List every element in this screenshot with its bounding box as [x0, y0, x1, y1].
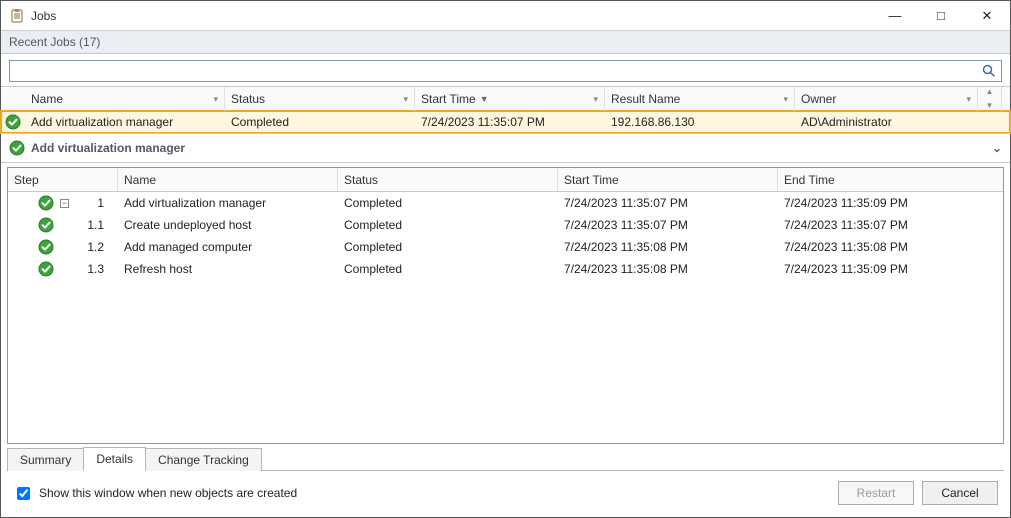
- tab-change-tracking[interactable]: Change Tracking: [145, 448, 262, 471]
- recent-jobs-label: Recent Jobs (17): [9, 35, 100, 49]
- window-controls: — □ ✕: [872, 1, 1010, 31]
- step-row[interactable]: 1.2Add managed computerCompleted7/24/202…: [8, 236, 1003, 258]
- tab-summary[interactable]: Summary: [7, 448, 84, 471]
- window-title: Jobs: [31, 9, 56, 23]
- step-end-time: 7/24/2023 11:35:09 PM: [778, 262, 998, 276]
- step-status: Completed: [338, 196, 558, 210]
- detail-title: Add virtualization manager: [31, 141, 185, 155]
- header-owner[interactable]: Owner▾: [795, 87, 978, 111]
- chevron-down-icon[interactable]: ▾: [403, 94, 408, 105]
- search-box[interactable]: [9, 60, 1002, 82]
- check-circle-icon: [38, 239, 54, 255]
- check-circle-icon: [38, 195, 54, 211]
- search-input[interactable]: [10, 61, 1001, 81]
- chevron-down-icon[interactable]: ▾: [213, 94, 218, 105]
- step-name: Add managed computer: [118, 240, 338, 254]
- header-start-time[interactable]: Start Time▼▾: [415, 87, 605, 111]
- jobs-grid: Name▾ Status▾ Start Time▼▾ Result Name▾ …: [1, 86, 1010, 133]
- chevron-down-icon[interactable]: ▾: [783, 94, 788, 105]
- step-number: 1.1: [87, 218, 112, 232]
- step-start-time: 7/24/2023 11:35:07 PM: [558, 218, 778, 232]
- header-result-name[interactable]: Result Name▾: [605, 87, 795, 111]
- step-start-time: 7/24/2023 11:35:07 PM: [558, 196, 778, 210]
- header-status[interactable]: Status▾: [225, 87, 415, 111]
- titlebar: Jobs — □ ✕: [1, 1, 1010, 31]
- check-circle-icon: [5, 114, 21, 130]
- step-name: Create undeployed host: [118, 218, 338, 232]
- header-icon-col: [1, 87, 25, 111]
- check-circle-icon: [38, 261, 54, 277]
- steps-grid-body: −1Add virtualization managerCompleted7/2…: [8, 192, 1003, 443]
- tab-details[interactable]: Details: [83, 447, 146, 471]
- cancel-button[interactable]: Cancel: [922, 481, 998, 505]
- step-number: 1.2: [87, 240, 112, 254]
- check-circle-icon: [38, 217, 54, 233]
- minimize-button[interactable]: —: [872, 1, 918, 31]
- job-owner: AD\Administrator: [795, 115, 978, 129]
- step-name: Add virtualization manager: [118, 196, 338, 210]
- detail-header[interactable]: Add virtualization manager ⌄: [1, 133, 1010, 163]
- jobs-grid-header: Name▾ Status▾ Start Time▼▾ Result Name▾ …: [1, 87, 1010, 111]
- maximize-button[interactable]: □: [918, 1, 964, 31]
- step-end-time: 7/24/2023 11:35:07 PM: [778, 218, 998, 232]
- sort-desc-icon: ▼: [480, 94, 489, 104]
- steps-panel: Step Name Status Start Time End Time −1A…: [7, 167, 1004, 444]
- check-circle-icon: [9, 140, 25, 156]
- footer: Show this window when new objects are cr…: [1, 471, 1010, 517]
- job-start-time: 7/24/2023 11:35:07 PM: [415, 115, 605, 129]
- show-window-checkbox-input[interactable]: [17, 487, 30, 500]
- scroll-arrows[interactable]: ▲▼: [978, 87, 1002, 111]
- step-row[interactable]: 1.1Create undeployed hostCompleted7/24/2…: [8, 214, 1003, 236]
- step-row[interactable]: −1Add virtualization managerCompleted7/2…: [8, 192, 1003, 214]
- step-number: 1: [97, 196, 112, 210]
- step-start-time: 7/24/2023 11:35:08 PM: [558, 240, 778, 254]
- job-row[interactable]: Add virtualization manager Completed 7/2…: [1, 111, 1010, 133]
- header-step-end[interactable]: End Time: [778, 168, 998, 191]
- jobs-grid-body: Add virtualization manager Completed 7/2…: [1, 111, 1010, 133]
- job-status: Completed: [225, 115, 415, 129]
- step-end-time: 7/24/2023 11:35:08 PM: [778, 240, 998, 254]
- close-button[interactable]: ✕: [964, 1, 1010, 31]
- search-row: [1, 54, 1010, 86]
- clipboard-icon: [9, 8, 25, 24]
- search-icon[interactable]: [981, 63, 997, 79]
- step-status: Completed: [338, 218, 558, 232]
- chevron-down-icon[interactable]: ▾: [593, 94, 598, 105]
- header-step-start[interactable]: Start Time: [558, 168, 778, 191]
- step-status: Completed: [338, 240, 558, 254]
- step-name: Refresh host: [118, 262, 338, 276]
- show-window-checkbox[interactable]: Show this window when new objects are cr…: [13, 484, 297, 503]
- step-start-time: 7/24/2023 11:35:08 PM: [558, 262, 778, 276]
- step-row[interactable]: 1.3Refresh hostCompleted7/24/2023 11:35:…: [8, 258, 1003, 280]
- header-step[interactable]: Step: [8, 168, 118, 191]
- header-name[interactable]: Name▾: [25, 87, 225, 111]
- step-number: 1.3: [87, 262, 112, 276]
- show-window-checkbox-label: Show this window when new objects are cr…: [39, 486, 297, 500]
- step-status: Completed: [338, 262, 558, 276]
- chevron-down-icon[interactable]: ⌄: [992, 141, 1002, 155]
- steps-grid-header: Step Name Status Start Time End Time: [8, 168, 1003, 192]
- recent-jobs-header: Recent Jobs (17): [1, 31, 1010, 54]
- tabs-row: Summary Details Change Tracking: [1, 446, 1010, 470]
- job-name: Add virtualization manager: [25, 115, 225, 129]
- header-step-status[interactable]: Status: [338, 168, 558, 191]
- jobs-window: Jobs — □ ✕ Recent Jobs (17) Name▾ Status…: [0, 0, 1011, 518]
- header-step-name[interactable]: Name: [118, 168, 338, 191]
- job-result-name: 192.168.86.130: [605, 115, 795, 129]
- chevron-down-icon[interactable]: ▾: [966, 94, 971, 105]
- step-end-time: 7/24/2023 11:35:09 PM: [778, 196, 998, 210]
- restart-button[interactable]: Restart: [838, 481, 914, 505]
- tree-collapse-icon[interactable]: −: [60, 199, 69, 208]
